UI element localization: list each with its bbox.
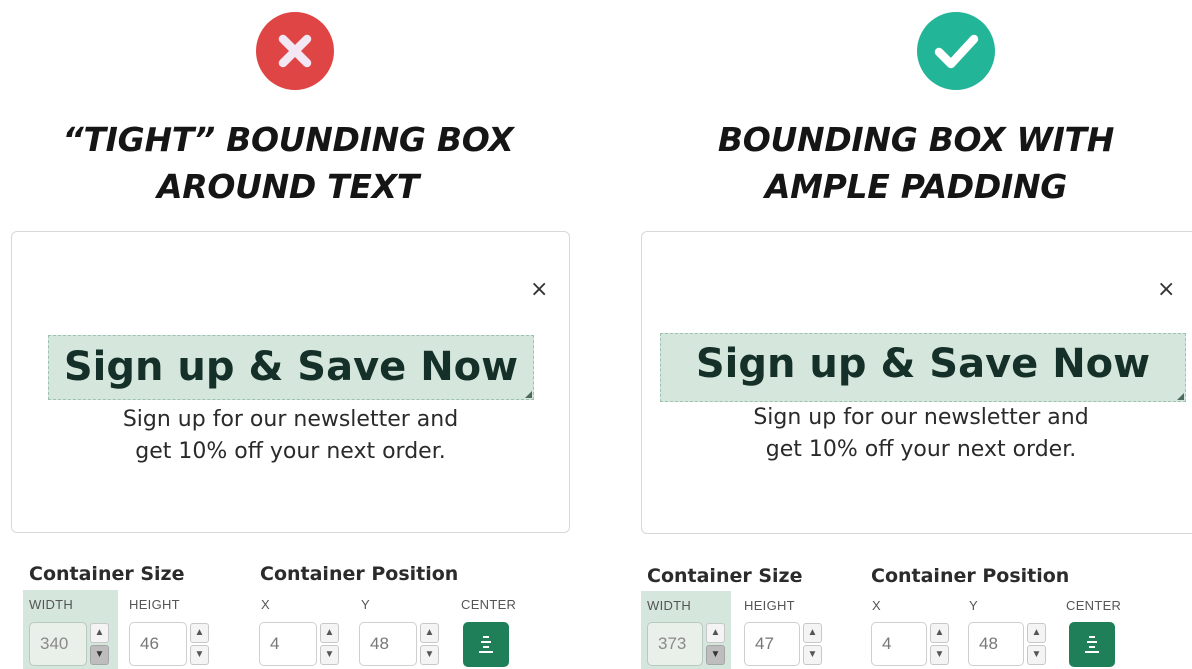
width-label: WIDTH — [647, 598, 692, 613]
height-stepper[interactable]: ▲ ▼ — [190, 623, 209, 665]
stepper-down-icon[interactable]: ▼ — [90, 645, 109, 665]
height-label: HEIGHT — [744, 598, 795, 613]
stepper-down-icon[interactable]: ▼ — [320, 645, 339, 665]
panel-heading: BOUNDING BOX WITH AMPLE PADDING — [656, 116, 1176, 210]
y-input[interactable]: 48 — [359, 622, 417, 666]
close-icon[interactable]: × — [530, 279, 548, 301]
comparison-panel-tight: “TIGHT” BOUNDING BOX AROUND TEXT × Sign … — [0, 0, 596, 669]
heading-line-2: AROUND TEXT — [156, 167, 419, 206]
stepper-up-icon[interactable]: ▲ — [803, 623, 822, 643]
y-stepper[interactable]: ▲ ▼ — [420, 623, 439, 665]
height-input[interactable]: 46 — [129, 622, 187, 666]
height-input[interactable]: 47 — [744, 622, 800, 666]
y-label: Y — [361, 597, 370, 612]
stepper-down-icon[interactable]: ▼ — [930, 645, 949, 665]
stepper-down-icon[interactable]: ▼ — [190, 645, 209, 665]
y-input[interactable]: 48 — [968, 622, 1024, 666]
y-label: Y — [969, 598, 978, 613]
height-label: HEIGHT — [129, 597, 180, 612]
center-label: CENTER — [1066, 598, 1122, 613]
width-stepper[interactable]: ▲ ▼ — [706, 623, 725, 665]
headline-text: Sign up & Save Now — [63, 344, 519, 390]
x-label: X — [872, 598, 881, 613]
width-input[interactable]: 340 — [29, 622, 87, 666]
stepper-down-icon[interactable]: ▼ — [420, 645, 439, 665]
subtext-line-2: get 10% off your next order. — [765, 437, 1077, 462]
resize-handle[interactable] — [1177, 393, 1184, 400]
center-label: CENTER — [461, 597, 517, 612]
center-align-button[interactable] — [463, 622, 509, 667]
heading-line-1: “TIGHT” BOUNDING BOX — [62, 120, 514, 159]
stepper-down-icon[interactable]: ▼ — [803, 645, 822, 665]
x-stepper[interactable]: ▲ ▼ — [930, 623, 949, 665]
popup-subtext: Sign up for our newsletter and get 10% o… — [642, 402, 1192, 466]
x-input[interactable]: 4 — [871, 622, 927, 666]
popup-preview-card: × Sign up & Save Now Sign up for our new… — [11, 231, 570, 533]
stepper-up-icon[interactable]: ▲ — [1027, 623, 1046, 643]
stepper-up-icon[interactable]: ▲ — [320, 623, 339, 643]
stepper-up-icon[interactable]: ▲ — [706, 623, 725, 643]
heading-line-2: AMPLE PADDING — [764, 167, 1068, 206]
close-icon[interactable]: × — [1157, 279, 1175, 301]
heading-line-1: BOUNDING BOX WITH — [717, 120, 1115, 159]
stepper-up-icon[interactable]: ▲ — [930, 623, 949, 643]
width-label: WIDTH — [29, 597, 74, 612]
subtext-line-1: Sign up for our newsletter and — [122, 407, 459, 432]
center-align-icon — [479, 636, 493, 653]
container-position-title: Container Position — [260, 563, 459, 585]
subtext-line-2: get 10% off your next order. — [135, 439, 446, 464]
check-circle-icon — [917, 12, 995, 90]
y-stepper[interactable]: ▲ ▼ — [1027, 623, 1046, 665]
subtext-line-1: Sign up for our newsletter and — [753, 405, 1089, 430]
stepper-down-icon[interactable]: ▼ — [706, 645, 725, 665]
center-align-button[interactable] — [1069, 622, 1115, 667]
width-input[interactable]: 373 — [647, 622, 703, 666]
headline-text-box[interactable]: Sign up & Save Now — [660, 333, 1186, 402]
container-size-title: Container Size — [647, 565, 803, 587]
height-stepper[interactable]: ▲ ▼ — [803, 623, 822, 665]
stepper-up-icon[interactable]: ▲ — [420, 623, 439, 643]
popup-subtext: Sign up for our newsletter and get 10% o… — [12, 404, 569, 468]
x-stepper[interactable]: ▲ ▼ — [320, 623, 339, 665]
comparison-panel-padded: BOUNDING BOX WITH AMPLE PADDING × Sign u… — [596, 0, 1192, 669]
resize-handle[interactable] — [525, 391, 532, 398]
stepper-up-icon[interactable]: ▲ — [90, 623, 109, 643]
x-input[interactable]: 4 — [259, 622, 317, 666]
x-label: X — [261, 597, 270, 612]
x-circle-icon — [256, 12, 334, 90]
popup-preview-card: × Sign up & Save Now Sign up for our new… — [641, 231, 1192, 534]
headline-text: Sign up & Save Now — [695, 341, 1151, 387]
container-position-title: Container Position — [871, 565, 1070, 587]
panel-heading: “TIGHT” BOUNDING BOX AROUND TEXT — [28, 116, 548, 210]
stepper-down-icon[interactable]: ▼ — [1027, 645, 1046, 665]
width-stepper[interactable]: ▲ ▼ — [90, 623, 109, 665]
stepper-up-icon[interactable]: ▲ — [190, 623, 209, 643]
headline-text-box[interactable]: Sign up & Save Now — [48, 335, 534, 400]
container-size-title: Container Size — [29, 563, 185, 585]
center-align-icon — [1085, 636, 1099, 653]
